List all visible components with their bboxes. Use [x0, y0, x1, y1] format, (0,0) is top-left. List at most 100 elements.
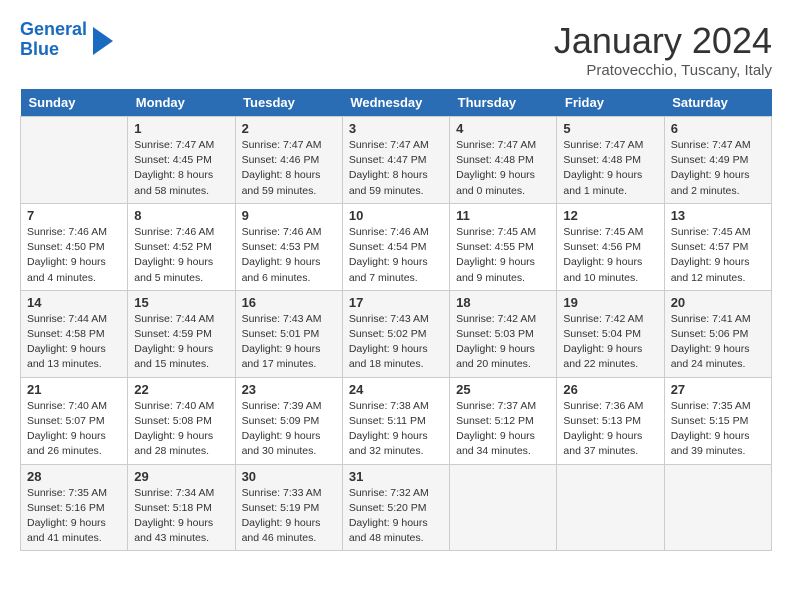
cell-sun-info: Sunrise: 7:33 AMSunset: 5:19 PMDaylight:…: [242, 486, 336, 547]
calendar-cell: 20 Sunrise: 7:41 AMSunset: 5:06 PMDayligh…: [664, 290, 771, 377]
calendar-cell: 27 Sunrise: 7:35 AMSunset: 5:15 PMDayligh…: [664, 377, 771, 464]
cell-sun-info: Sunrise: 7:45 AMSunset: 4:56 PMDaylight:…: [563, 225, 657, 286]
weekday-header-saturday: Saturday: [664, 89, 771, 117]
calendar-week-row: 1Sunrise: 7:47 AMSunset: 4:45 PMDaylight…: [21, 117, 772, 204]
calendar-cell: [557, 464, 664, 551]
logo-arrow-icon: [93, 27, 113, 55]
day-number: 28: [27, 469, 121, 484]
calendar-cell: 18 Sunrise: 7:42 AMSunset: 5:03 PMDayligh…: [450, 290, 557, 377]
cell-sun-info: Sunrise: 7:43 AMSunset: 5:02 PMDaylight:…: [349, 312, 443, 373]
cell-sun-info: Sunrise: 7:35 AMSunset: 5:15 PMDaylight:…: [671, 399, 765, 460]
cell-sun-info: Sunrise: 7:47 AMSunset: 4:49 PMDaylight:…: [671, 138, 765, 199]
cell-sun-info: Sunrise: 7:41 AMSunset: 5:06 PMDaylight:…: [671, 312, 765, 373]
cell-sun-info: Sunrise: 7:47 AMSunset: 4:46 PMDaylight:…: [242, 138, 336, 199]
calendar-week-row: 14 Sunrise: 7:44 AMSunset: 4:58 PMDayligh…: [21, 290, 772, 377]
calendar-cell: 10 Sunrise: 7:46 AMSunset: 4:54 PMDayligh…: [342, 203, 449, 290]
calendar-cell: 2 Sunrise: 7:47 AMSunset: 4:46 PMDaylight…: [235, 117, 342, 204]
calendar-cell: 28 Sunrise: 7:35 AMSunset: 5:16 PMDayligh…: [21, 464, 128, 551]
day-number: 23: [242, 382, 336, 397]
day-number: 25: [456, 382, 550, 397]
calendar-cell: 7Sunrise: 7:46 AMSunset: 4:50 PMDaylight…: [21, 203, 128, 290]
calendar-cell: 12 Sunrise: 7:45 AMSunset: 4:56 PMDayligh…: [557, 203, 664, 290]
day-number: 29: [134, 469, 228, 484]
day-number: 31: [349, 469, 443, 484]
calendar-cell: [450, 464, 557, 551]
cell-sun-info: Sunrise: 7:46 AMSunset: 4:54 PMDaylight:…: [349, 225, 443, 286]
day-number: 21: [27, 382, 121, 397]
cell-sun-info: Sunrise: 7:47 AMSunset: 4:47 PMDaylight:…: [349, 138, 443, 199]
cell-sun-info: Sunrise: 7:46 AMSunset: 4:53 PMDaylight:…: [242, 225, 336, 286]
calendar-week-row: 28 Sunrise: 7:35 AMSunset: 5:16 PMDayligh…: [21, 464, 772, 551]
day-number: 7: [27, 208, 121, 223]
day-number: 30: [242, 469, 336, 484]
cell-sun-info: Sunrise: 7:35 AMSunset: 5:16 PMDaylight:…: [27, 486, 121, 547]
cell-sun-info: Sunrise: 7:45 AMSunset: 4:57 PMDaylight:…: [671, 225, 765, 286]
day-number: 2: [242, 121, 336, 136]
logo: GeneralBlue: [20, 20, 113, 60]
day-number: 10: [349, 208, 443, 223]
day-number: 17: [349, 295, 443, 310]
calendar-cell: 15 Sunrise: 7:44 AMSunset: 4:59 PMDayligh…: [128, 290, 235, 377]
cell-sun-info: Sunrise: 7:46 AMSunset: 4:52 PMDaylight:…: [134, 225, 228, 286]
calendar-table: SundayMondayTuesdayWednesdayThursdayFrid…: [20, 89, 772, 551]
day-number: 13: [671, 208, 765, 223]
calendar-cell: 22 Sunrise: 7:40 AMSunset: 5:08 PMDayligh…: [128, 377, 235, 464]
weekday-header-friday: Friday: [557, 89, 664, 117]
month-title: January 2024: [554, 20, 772, 62]
day-number: 26: [563, 382, 657, 397]
calendar-cell: 6 Sunrise: 7:47 AMSunset: 4:49 PMDaylight…: [664, 117, 771, 204]
calendar-cell: 11Sunrise: 7:45 AMSunset: 4:55 PMDayligh…: [450, 203, 557, 290]
cell-sun-info: Sunrise: 7:47 AMSunset: 4:45 PMDaylight:…: [134, 138, 228, 199]
calendar-week-row: 21 Sunrise: 7:40 AMSunset: 5:07 PMDayligh…: [21, 377, 772, 464]
cell-sun-info: Sunrise: 7:39 AMSunset: 5:09 PMDaylight:…: [242, 399, 336, 460]
day-number: 20: [671, 295, 765, 310]
calendar-cell: 24 Sunrise: 7:38 AMSunset: 5:11 PMDayligh…: [342, 377, 449, 464]
cell-sun-info: Sunrise: 7:32 AMSunset: 5:20 PMDaylight:…: [349, 486, 443, 547]
page-header: GeneralBlue January 2024 Pratovecchio, T…: [20, 20, 772, 79]
calendar-cell: 29 Sunrise: 7:34 AMSunset: 5:18 PMDayligh…: [128, 464, 235, 551]
calendar-cell: 19Sunrise: 7:42 AMSunset: 5:04 PMDayligh…: [557, 290, 664, 377]
cell-sun-info: Sunrise: 7:42 AMSunset: 5:03 PMDaylight:…: [456, 312, 550, 373]
calendar-cell: 26Sunrise: 7:36 AMSunset: 5:13 PMDayligh…: [557, 377, 664, 464]
day-number: 14: [27, 295, 121, 310]
day-number: 15: [134, 295, 228, 310]
weekday-header-tuesday: Tuesday: [235, 89, 342, 117]
cell-sun-info: Sunrise: 7:34 AMSunset: 5:18 PMDaylight:…: [134, 486, 228, 547]
calendar-cell: 4Sunrise: 7:47 AMSunset: 4:48 PMDaylight…: [450, 117, 557, 204]
day-number: 9: [242, 208, 336, 223]
calendar-cell: 13 Sunrise: 7:45 AMSunset: 4:57 PMDayligh…: [664, 203, 771, 290]
cell-sun-info: Sunrise: 7:40 AMSunset: 5:07 PMDaylight:…: [27, 399, 121, 460]
calendar-week-row: 7Sunrise: 7:46 AMSunset: 4:50 PMDaylight…: [21, 203, 772, 290]
weekday-header-sunday: Sunday: [21, 89, 128, 117]
day-number: 27: [671, 382, 765, 397]
cell-sun-info: Sunrise: 7:44 AMSunset: 4:59 PMDaylight:…: [134, 312, 228, 373]
day-number: 12: [563, 208, 657, 223]
weekday-header-row: SundayMondayTuesdayWednesdayThursdayFrid…: [21, 89, 772, 117]
calendar-cell: [664, 464, 771, 551]
day-number: 22: [134, 382, 228, 397]
cell-sun-info: Sunrise: 7:38 AMSunset: 5:11 PMDaylight:…: [349, 399, 443, 460]
weekday-header-wednesday: Wednesday: [342, 89, 449, 117]
day-number: 24: [349, 382, 443, 397]
calendar-cell: 16Sunrise: 7:43 AMSunset: 5:01 PMDayligh…: [235, 290, 342, 377]
cell-sun-info: Sunrise: 7:42 AMSunset: 5:04 PMDaylight:…: [563, 312, 657, 373]
cell-sun-info: Sunrise: 7:44 AMSunset: 4:58 PMDaylight:…: [27, 312, 121, 373]
day-number: 18: [456, 295, 550, 310]
day-number: 16: [242, 295, 336, 310]
calendar-cell: 1Sunrise: 7:47 AMSunset: 4:45 PMDaylight…: [128, 117, 235, 204]
cell-sun-info: Sunrise: 7:47 AMSunset: 4:48 PMDaylight:…: [456, 138, 550, 199]
weekday-header-thursday: Thursday: [450, 89, 557, 117]
calendar-cell: 31 Sunrise: 7:32 AMSunset: 5:20 PMDayligh…: [342, 464, 449, 551]
day-number: 6: [671, 121, 765, 136]
cell-sun-info: Sunrise: 7:40 AMSunset: 5:08 PMDaylight:…: [134, 399, 228, 460]
calendar-cell: 25 Sunrise: 7:37 AMSunset: 5:12 PMDayligh…: [450, 377, 557, 464]
day-number: 5: [563, 121, 657, 136]
calendar-cell: 14 Sunrise: 7:44 AMSunset: 4:58 PMDayligh…: [21, 290, 128, 377]
cell-sun-info: Sunrise: 7:37 AMSunset: 5:12 PMDaylight:…: [456, 399, 550, 460]
calendar-cell: 3 Sunrise: 7:47 AMSunset: 4:47 PMDaylight…: [342, 117, 449, 204]
calendar-cell: 9 Sunrise: 7:46 AMSunset: 4:53 PMDaylight…: [235, 203, 342, 290]
calendar-cell: 23 Sunrise: 7:39 AMSunset: 5:09 PMDayligh…: [235, 377, 342, 464]
day-number: 3: [349, 121, 443, 136]
calendar-cell: 8Sunrise: 7:46 AMSunset: 4:52 PMDaylight…: [128, 203, 235, 290]
logo-text: GeneralBlue: [20, 20, 87, 60]
